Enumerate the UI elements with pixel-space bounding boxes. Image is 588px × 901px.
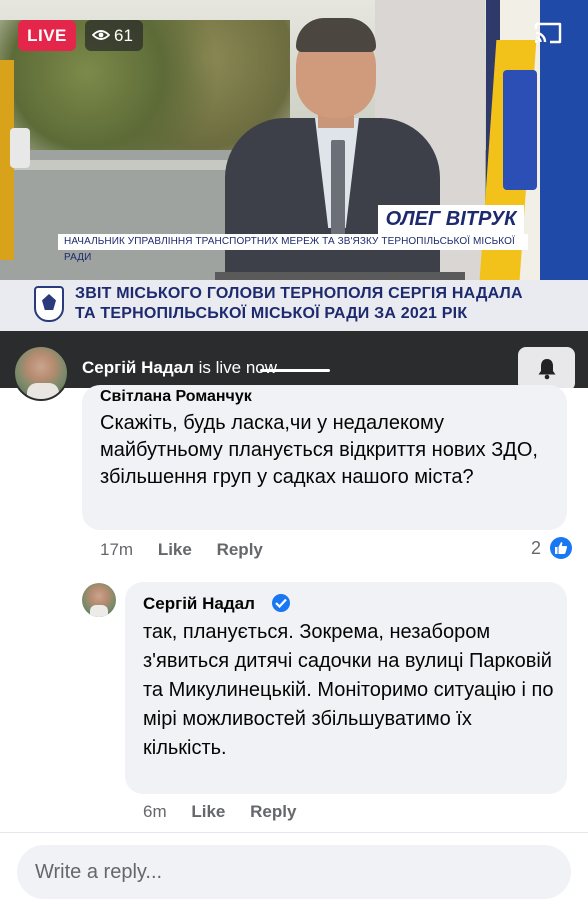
comment-author[interactable]: Світлана Романчук [100, 388, 252, 406]
live-badge: LIVE [18, 20, 76, 51]
host-avatar[interactable] [13, 345, 69, 401]
avatar-shirt [90, 605, 108, 617]
like-button[interactable]: Like [191, 802, 225, 821]
avatar-shirt [27, 383, 59, 399]
speaker-tie [331, 140, 345, 235]
reply-button[interactable]: Reply [250, 802, 296, 821]
host-live-status: Сергій Надал is live now [82, 358, 277, 378]
reply-button[interactable]: Reply [217, 540, 263, 559]
reply-text: так, планується. Зокрема, незабором з'яв… [143, 621, 554, 759]
thumbs-up-icon [555, 542, 568, 554]
reply-timestamp: 6m [143, 802, 167, 821]
video-scrub-indicator[interactable] [260, 369, 330, 372]
speaker-hair [296, 18, 376, 52]
eye-icon [92, 30, 110, 40]
viewer-count: 61 [114, 26, 133, 45]
broadcast-title-line2: ТА ТЕРНОПІЛЬСЬКОЇ МІСЬКОЇ РАДИ ЗА 2021 Р… [75, 305, 468, 322]
flag-emblem [503, 70, 537, 190]
live-status-text: is live now [193, 358, 278, 377]
like-button[interactable]: Like [158, 540, 192, 559]
reaction-count[interactable]: 2 [531, 538, 541, 559]
viewer-count-badge: 61 [85, 20, 143, 51]
comment-text: Скажіть, будь ласка,чи у недалекому майб… [100, 412, 538, 488]
host-name[interactable]: Сергій Надал [82, 358, 194, 377]
live-video-player[interactable]: ОЛЕГ ВІТРУК НАЧАЛЬНИК УПРАВЛІННЯ ТРАНСПО… [0, 0, 588, 331]
broadcast-title-band: ЗВІТ МІСЬКОГО ГОЛОВИ ТЕРНОПОЛЯ СЕРГІЯ НА… [0, 280, 588, 331]
reply-author-avatar[interactable] [82, 583, 116, 617]
comment-actions: 17m Like Reply [100, 540, 283, 560]
like-reaction-icon[interactable] [550, 537, 572, 559]
speaker-name-caption: ОЛЕГ ВІТРУК [378, 205, 524, 234]
broadcast-title-line1: ЗВІТ МІСЬКОГО ГОЛОВИ ТЕРНОПОЛЯ СЕРГІЯ НА… [75, 285, 523, 302]
city-emblem-icon [34, 286, 64, 322]
cast-icon[interactable] [533, 20, 563, 46]
comment-timestamp: 17m [100, 540, 134, 559]
reply-input[interactable] [17, 845, 571, 899]
reply-actions: 6m Like Reply [143, 802, 316, 822]
bell-icon [538, 359, 556, 380]
video-car [10, 128, 30, 168]
speaker-role-caption: НАЧАЛЬНИК УПРАВЛІННЯ ТРАНСПОРТНИХ МЕРЕЖ … [58, 234, 528, 263]
reply-author[interactable]: Сергій Надал [143, 594, 255, 614]
verified-badge-icon [272, 594, 290, 612]
